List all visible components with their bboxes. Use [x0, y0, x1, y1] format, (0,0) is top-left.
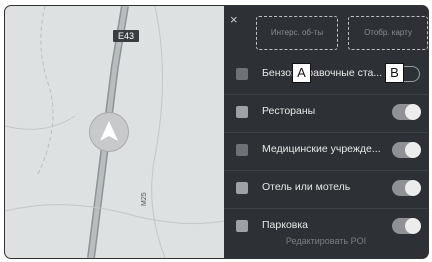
poi-toggle-parking[interactable]: [392, 218, 421, 234]
poi-row-label: Парковка: [262, 219, 309, 231]
poi-button[interactable]: Интерс. об-ты: [256, 16, 338, 50]
poi-toggle-hotel[interactable]: [392, 180, 421, 196]
poi-row-hotel[interactable]: Отель или мотель: [224, 170, 428, 209]
medical-icon: [236, 144, 248, 156]
poi-toggle-medical[interactable]: [392, 142, 421, 158]
road-label: M25: [141, 192, 148, 206]
parking-icon: [236, 220, 248, 232]
restaurant-icon: [236, 106, 248, 118]
map-view[interactable]: E43 M25: [5, 6, 224, 258]
poi-row-restaurants[interactable]: Рестораны: [224, 94, 428, 133]
poi-row-label: Медицинские учрежде...: [262, 143, 381, 155]
hotel-icon: [236, 182, 248, 194]
poi-row-medical[interactable]: Медицинские учрежде...: [224, 132, 428, 171]
nav-screen: E43 M25 × Интерс. об-ты Отобр. карту Бен…: [4, 5, 429, 259]
poi-row-label: Рестораны: [262, 105, 316, 117]
position-arrow-icon: [90, 113, 128, 151]
poi-panel: × Интерс. об-ты Отобр. карту Бензозаправ…: [224, 6, 428, 258]
callout-b: B: [385, 63, 404, 83]
poi-toggle-restaurants[interactable]: [392, 104, 421, 120]
poi-row-label: Бензозаправочные ста...: [262, 67, 383, 79]
close-icon[interactable]: ×: [230, 12, 238, 27]
show-map-button[interactable]: Отобр. карту: [348, 16, 428, 50]
callout-a: A: [292, 63, 311, 83]
poi-row-label: Отель или мотель: [262, 181, 351, 193]
edit-poi-button[interactable]: Редактировать POI: [224, 236, 428, 246]
road-badge: E43: [113, 30, 140, 42]
fuel-icon: [236, 68, 248, 80]
